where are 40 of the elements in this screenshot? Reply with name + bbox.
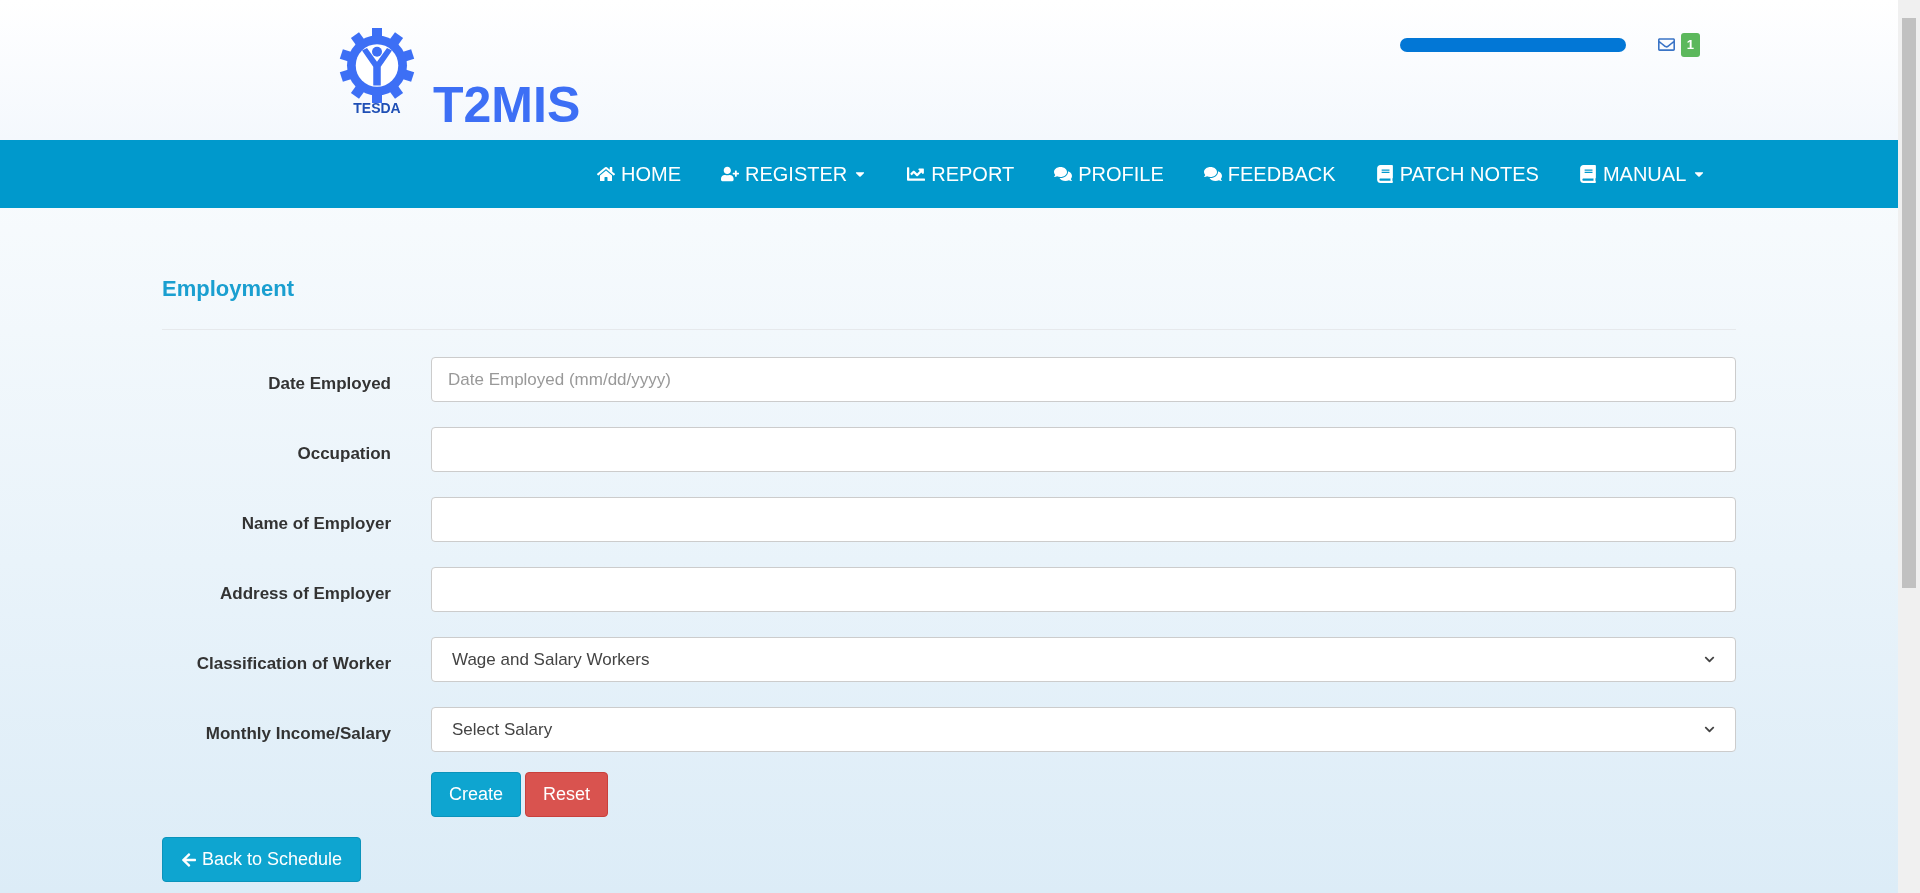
chevron-down-icon bbox=[1704, 654, 1715, 665]
nav-link[interactable]: HOME bbox=[597, 159, 681, 189]
field-label: Name of Employer bbox=[240, 512, 391, 535]
nav-link[interactable]: PROFILE bbox=[1054, 159, 1164, 189]
left-arrow-icon bbox=[181, 851, 197, 868]
nav-link[interactable]: PATCH NOTES bbox=[1375, 159, 1539, 189]
chat-bubbles-icon bbox=[1054, 165, 1073, 183]
scrollbar-thumb[interactable] bbox=[1902, 18, 1916, 588]
logo-caption: TESDA bbox=[353, 101, 401, 115]
text-field[interactable] bbox=[431, 497, 1736, 542]
nav-link[interactable]: REGISTER bbox=[721, 159, 868, 189]
field-label: Monthly Income/Salary bbox=[204, 722, 391, 745]
text-field[interactable] bbox=[431, 567, 1736, 612]
form-button[interactable]: Reset bbox=[525, 772, 609, 817]
chat-bubbles-icon bbox=[1203, 165, 1222, 183]
field-label: Date Employed bbox=[267, 372, 391, 395]
nav-link[interactable]: REPORT bbox=[907, 159, 1015, 189]
field-label: Occupation bbox=[296, 442, 391, 465]
scrollbar[interactable] bbox=[1898, 0, 1920, 893]
mail-count-badge: 1 bbox=[1680, 33, 1700, 57]
line-chart-icon bbox=[907, 165, 926, 183]
book-icon bbox=[1578, 165, 1597, 183]
field-label: Address of Employer bbox=[219, 582, 391, 605]
gear-person-icon bbox=[337, 28, 417, 103]
app-title: T2MIS bbox=[433, 80, 581, 130]
select-field[interactable]: Wage and Salary Workers bbox=[431, 637, 1736, 682]
section-title: Employment bbox=[162, 275, 296, 303]
mail-icon[interactable] bbox=[1657, 36, 1675, 54]
form-button[interactable]: Create bbox=[431, 772, 522, 817]
home-icon bbox=[597, 165, 615, 183]
text-field[interactable]: Date Employed (mm/dd/yyyy) bbox=[431, 357, 1736, 402]
text-field[interactable] bbox=[431, 427, 1736, 472]
book-icon bbox=[1375, 165, 1394, 183]
user-plus-icon bbox=[721, 165, 739, 183]
chevron-down-icon bbox=[1704, 724, 1715, 735]
nav-link[interactable]: FEEDBACK bbox=[1203, 159, 1336, 189]
select-field[interactable]: Select Salary bbox=[431, 707, 1736, 752]
field-label: Classification of Worker bbox=[195, 652, 391, 675]
nav-link[interactable]: MANUAL bbox=[1578, 159, 1707, 189]
back-button[interactable]: Back to Schedule bbox=[162, 837, 362, 882]
